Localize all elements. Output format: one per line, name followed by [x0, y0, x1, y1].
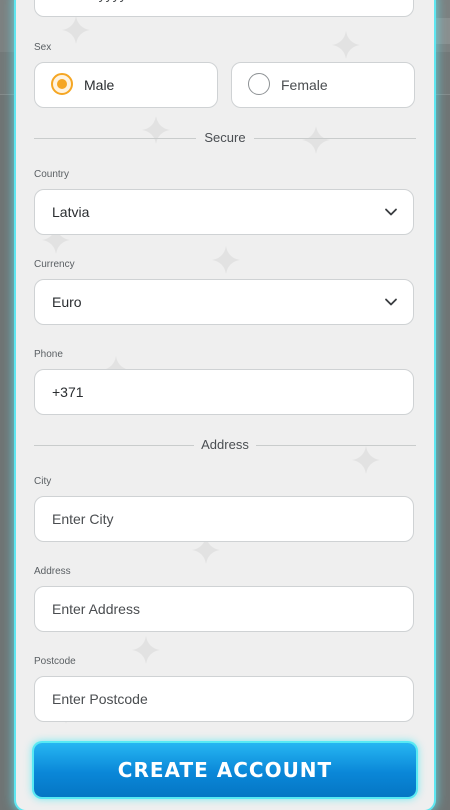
- currency-label: Currency: [34, 259, 75, 270]
- city-placeholder: Enter City: [52, 511, 114, 527]
- section-divider-secure: Secure: [34, 130, 416, 146]
- phone-label: Phone: [34, 349, 63, 360]
- address-placeholder: Enter Address: [52, 601, 140, 617]
- chevron-down-icon: [385, 208, 397, 216]
- section-divider-address: Address: [34, 437, 416, 453]
- date-of-birth-field[interactable]: dd/mm/yyyy: [34, 0, 414, 17]
- address-label: Address: [34, 566, 71, 577]
- country-value: Latvia: [52, 204, 90, 220]
- currency-value: Euro: [52, 294, 82, 310]
- country-label: Country: [34, 169, 70, 180]
- phone-input[interactable]: +371: [34, 369, 414, 415]
- phone-value: +371: [52, 384, 84, 400]
- radio-unselected-icon: [248, 73, 270, 95]
- currency-select[interactable]: Euro: [34, 279, 414, 325]
- chevron-down-icon: [385, 298, 397, 306]
- sex-option-male-label: Male: [84, 77, 115, 93]
- section-title-secure: Secure: [204, 130, 246, 145]
- postcode-label: Postcode: [34, 656, 76, 667]
- sex-option-male[interactable]: Male: [34, 62, 218, 108]
- postcode-input[interactable]: Enter Postcode: [34, 676, 414, 722]
- sex-option-female-label: Female: [281, 77, 328, 93]
- city-label: City: [34, 476, 52, 487]
- create-account-button[interactable]: CREATE ACCOUNT: [34, 743, 416, 797]
- sex-option-female[interactable]: Female: [231, 62, 415, 108]
- address-input[interactable]: Enter Address: [34, 586, 414, 632]
- city-input[interactable]: Enter City: [34, 496, 414, 542]
- registration-modal: dd/mm/yyyy Sex Male Female Secure Countr…: [16, 0, 434, 810]
- postcode-placeholder: Enter Postcode: [52, 691, 148, 707]
- date-of-birth-placeholder: dd/mm/yyyy: [52, 0, 127, 16]
- registration-form: dd/mm/yyyy Sex Male Female Secure Countr…: [16, 0, 434, 810]
- radio-selected-icon: [51, 73, 73, 95]
- background-side-tab: [432, 18, 450, 44]
- country-select[interactable]: Latvia: [34, 189, 414, 235]
- sex-label: Sex: [34, 42, 52, 53]
- section-title-address: Address: [201, 437, 249, 452]
